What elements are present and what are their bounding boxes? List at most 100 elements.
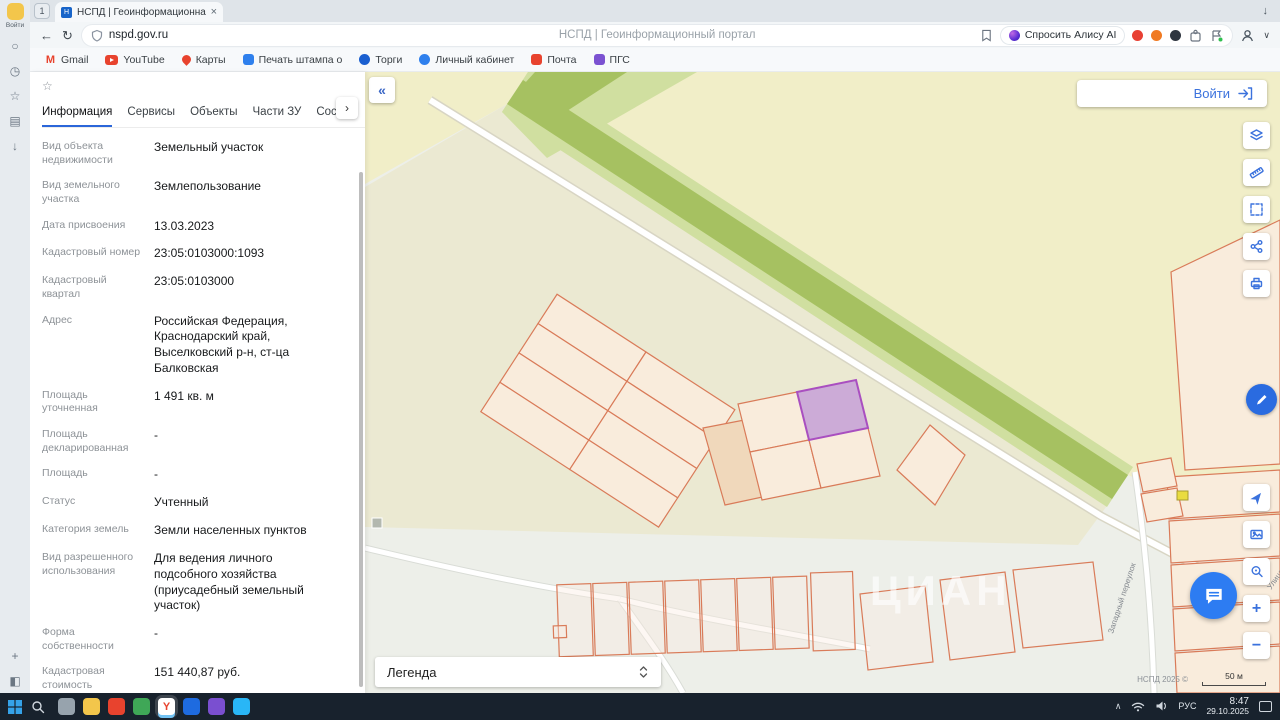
cadastral-parcel[interactable] [939,571,1016,661]
language-indicator[interactable]: РУС [1178,701,1196,711]
panel-toggle-icon[interactable]: ◧ [0,668,30,693]
map-canvas[interactable]: Западный переулок Улица [365,72,1280,693]
tab-information[interactable]: Информация [42,101,113,127]
taskbar-app-icon[interactable] [58,698,75,715]
taskbar-app-icon[interactable] [108,698,125,715]
downloads-button-icon[interactable]: ↓ [1263,5,1269,17]
wifi-icon[interactable] [1131,701,1145,712]
legend-bar[interactable]: Легенда [375,657,661,687]
taskbar-clock[interactable]: 8:47 29.10.2025 [1206,696,1249,717]
selected-parcel[interactable] [795,378,870,442]
taskbar-app-icon[interactable] [133,698,150,715]
tabs-icon[interactable]: ▤ [0,108,30,133]
cadastral-parcel[interactable] [1012,561,1104,649]
bookmark-account[interactable]: Личный кабинет [419,54,514,66]
youtube-icon [105,54,119,65]
address-bar: ← ↻ nspd.gov.ru НСПД | Геоинформационный… [30,22,1280,48]
panel-collapse-button[interactable]: « [369,77,395,103]
tab-close-icon[interactable]: × [211,6,217,18]
taskbar-app-icon[interactable] [183,698,200,715]
tabs-scroll-next-button[interactable]: › [336,97,358,119]
url-omnibox[interactable]: nspd.gov.ru НСПД | Геоинформационный пор… [81,24,1233,46]
field-label: Вид объекта недвижимости [42,140,113,166]
bookmarks-icon[interactable]: ☆ [0,83,30,108]
field-row: Площадь - [42,467,337,483]
map-login-button[interactable]: Войти [1077,80,1267,107]
bookmark-flag-icon[interactable] [980,29,993,42]
chat-support-button[interactable] [1190,572,1237,619]
torgi-icon [359,54,371,65]
taskbar-app-icon[interactable] [208,698,225,715]
extension-icon-red[interactable] [1132,29,1144,41]
field-label: Форма собственности [42,626,114,652]
taskbar-apps: Y [58,698,250,715]
reload-icon[interactable]: ↻ [62,29,73,42]
field-label: Категория земель [42,523,129,536]
field-value: 13.03.2023 [154,218,215,233]
field-value: Учтенный [154,495,209,510]
tab-title: НСПД | Геоинформационна... [77,6,206,18]
field-label: Вид разрешенного использования [42,550,134,577]
field-row: Вид разрешенного использования Для ведени… [42,551,337,614]
back-icon[interactable]: ← [40,29,53,42]
chevron-down-icon[interactable]: ∨ [1263,30,1270,40]
cadastral-parcel[interactable] [1136,457,1178,493]
add-icon[interactable]: + [0,643,30,668]
legend-expand-icon[interactable] [638,665,649,679]
favorite-star-icon[interactable]: ☆ [42,79,53,93]
zoom-out-button[interactable]: − [1243,632,1270,659]
share-icon[interactable] [1243,233,1270,260]
cadastral-parcel[interactable] [859,585,934,671]
taskbar-app-yandex-active[interactable]: Y [158,698,175,715]
layers-icon[interactable] [1243,122,1270,149]
extension-icon-orange[interactable] [1151,29,1163,41]
bookmark-stamp[interactable]: Печать штампа о [242,54,342,66]
tab-counter-badge[interactable]: 1 [34,3,50,19]
bookmark-youtube[interactable]: YouTube [105,54,165,66]
locate-icon[interactable] [1243,484,1270,511]
tab-objects[interactable]: Объекты [190,101,237,127]
downloads-icon[interactable]: ↓ [0,133,30,158]
map-login-label: Войти [1193,86,1230,101]
ask-alice-button[interactable]: Спросить Алису AI [1000,26,1125,44]
tab-services[interactable]: Сервисы [127,101,175,127]
panel-scrollbar[interactable] [359,172,363,687]
bookmark-mail[interactable]: Почта [531,54,577,66]
login-arrow-icon [1238,87,1253,100]
ruler-icon[interactable] [1243,159,1270,186]
start-button[interactable] [8,699,22,714]
field-value: Для ведения личного подсобного хозяйства… [154,550,304,613]
history-icon[interactable]: ◷ [0,58,30,83]
scale-line [1202,682,1266,686]
tab-parcel-parts[interactable]: Части ЗУ [253,101,302,127]
browser-tab[interactable]: Н НСПД | Геоинформационна... × [55,2,223,22]
puzzle-extensions-icon[interactable] [1189,29,1202,42]
flag-badge-icon[interactable] [1210,29,1223,42]
tray-expand-icon[interactable]: ∧ [1115,701,1122,712]
alice-icon[interactable]: ○ [0,33,30,58]
extension-icon-dark[interactable] [1170,29,1182,41]
profile-icon[interactable] [1241,29,1254,42]
screen: Войти ○ ◷ ☆ ▤ ↓ + ◧ 1 Н НСПД | Геоинформ… [0,0,1280,720]
bookmark-gmail[interactable]: M Gmail [45,54,89,66]
taskbar-app-icon[interactable] [233,698,250,715]
field-value: Земельный участок [154,140,264,154]
notification-center-icon[interactable] [1259,700,1272,712]
taskbar-app-icon[interactable] [83,698,100,715]
field-row: Адрес Российская Федерация, Краснодарский… [42,314,337,377]
field-label: Кадастровая стоимость [42,665,105,692]
search-place-icon[interactable] [1243,558,1270,585]
volume-icon[interactable] [1155,700,1168,712]
select-area-icon[interactable] [1243,196,1270,223]
bookmark-torgi[interactable]: Торги [359,54,402,66]
taskbar-search-icon[interactable] [31,700,45,714]
sidebar-login-label[interactable]: Войти [6,22,24,29]
draw-feedback-button[interactable] [1246,384,1277,415]
bookmark-pgs[interactable]: ПГС [593,54,630,66]
profile-avatar[interactable] [6,3,24,20]
bookmark-maps[interactable]: Карты [179,53,226,66]
panorama-icon[interactable] [1243,521,1270,548]
zoom-in-button[interactable]: + [1243,595,1270,622]
print-icon[interactable] [1243,270,1270,297]
tab-favicon: Н [61,6,72,18]
